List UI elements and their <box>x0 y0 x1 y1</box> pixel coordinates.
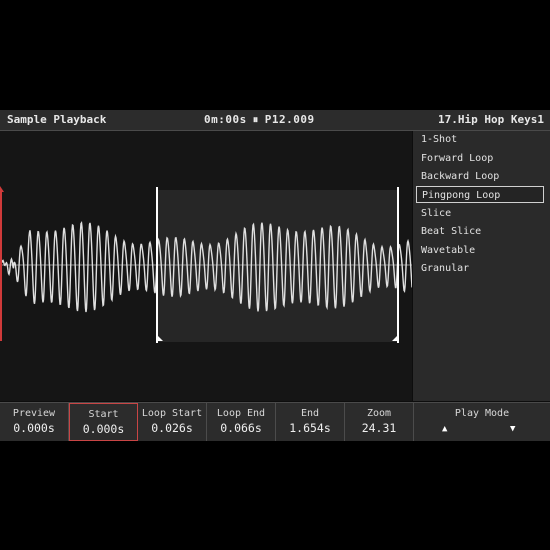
param-label: Loop Start <box>141 408 203 419</box>
mode-item-backward-loop[interactable]: Backward Loop <box>416 168 544 185</box>
playback-time: 0m:00s <box>204 113 247 126</box>
param-label: Start <box>88 409 119 420</box>
sample-playback-screen: Sample Playback 0m:00s ⏸ P12.009 17.Hip Ho… <box>0 110 550 441</box>
param-value: 0.000s <box>82 422 125 436</box>
screen-title: Sample Playback <box>7 113 107 126</box>
mode-item-wavetable[interactable]: Wavetable <box>416 242 544 259</box>
param-value: 24.31 <box>361 421 397 435</box>
param-value: 0.026s <box>151 421 193 435</box>
mode-item-granular[interactable]: Granular <box>416 260 544 277</box>
param-value: 0.066s <box>220 421 262 435</box>
param-zoom[interactable]: Zoom 24.31 <box>345 403 414 441</box>
header-bar: Sample Playback 0m:00s ⏸ P12.009 17.Hip Ho… <box>0 110 550 131</box>
param-label: Preview <box>12 408 56 419</box>
pause-icon: ⏸ <box>252 113 259 126</box>
param-label: Zoom <box>366 408 392 419</box>
position-readout: P12.009 <box>264 113 315 126</box>
param-start[interactable]: Start 0.000s <box>69 403 138 441</box>
param-loop-start[interactable]: Loop Start 0.026s <box>138 403 207 441</box>
play-mode-list: 1-Shot Forward Loop Backward Loop Pingpo… <box>413 131 550 401</box>
param-preview[interactable]: Preview 0.000s <box>0 403 69 441</box>
param-label: Loop End <box>216 408 266 419</box>
param-label: End <box>300 408 320 419</box>
mode-item-pingpong-loop[interactable]: Pingpong Loop <box>416 186 544 203</box>
mode-item-beat-slice[interactable]: Beat Slice <box>416 223 544 240</box>
mode-item-slice[interactable]: Slice <box>416 205 544 222</box>
arrow-down-icon[interactable]: ▼ <box>510 424 515 434</box>
param-play-mode[interactable]: Play Mode ▲ ▼ <box>414 403 550 441</box>
mode-item-forward-loop[interactable]: Forward Loop <box>416 150 544 167</box>
transport-status: 0m:00s ⏸ P12.009 <box>204 110 315 130</box>
param-value: 1.654s <box>289 421 331 435</box>
waveform-display[interactable] <box>0 131 412 401</box>
preset-name: 17.Hip Hop Keys1 <box>438 113 544 126</box>
param-value: 0.000s <box>13 421 55 435</box>
param-end[interactable]: End 1.654s <box>276 403 345 441</box>
mode-item-1-shot[interactable]: 1-Shot <box>416 131 544 148</box>
param-label: Play Mode <box>454 408 510 419</box>
parameter-bar: Preview 0.000s Start 0.000s Loop Start 0… <box>0 402 550 441</box>
arrow-up-icon[interactable]: ▲ <box>442 424 447 434</box>
param-loop-end[interactable]: Loop End 0.066s <box>207 403 276 441</box>
